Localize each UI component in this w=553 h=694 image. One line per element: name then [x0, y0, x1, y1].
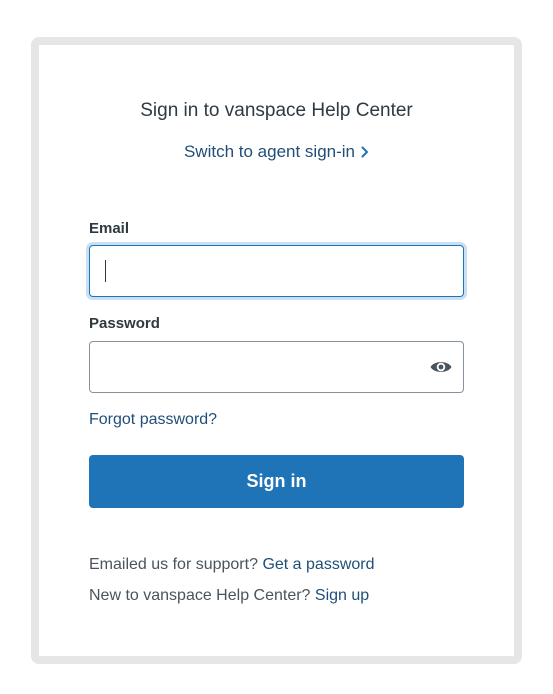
get-password-link[interactable]: Get a password [262, 556, 374, 573]
email-label: Email [89, 220, 130, 237]
eye-icon[interactable] [429, 356, 453, 378]
new-user-prompt: New to vanspace Help Center? [89, 587, 311, 604]
password-label: Password [89, 315, 160, 332]
email-input[interactable] [89, 245, 464, 297]
sign-in-button[interactable]: Sign in [89, 455, 464, 508]
signup-line: New to vanspace Help Center? Sign up [89, 587, 369, 605]
login-card: Sign in to vanspace Help Center Switch t… [31, 37, 522, 664]
switch-link-label: Switch to agent sign-in [183, 142, 356, 161]
page-title: Sign in to vanspace Help Center [140, 100, 413, 121]
text-caret [105, 260, 106, 282]
forgot-password-link[interactable]: Forgot password? [89, 411, 217, 429]
chevron-right-icon [361, 143, 369, 163]
sign-up-link[interactable]: Sign up [315, 587, 369, 604]
switch-to-agent-link[interactable]: Switch to agent sign-in [89, 142, 464, 163]
password-input[interactable] [89, 341, 464, 393]
support-line: Emailed us for support? Get a password [89, 556, 375, 574]
support-prompt: Emailed us for support? [89, 556, 258, 573]
